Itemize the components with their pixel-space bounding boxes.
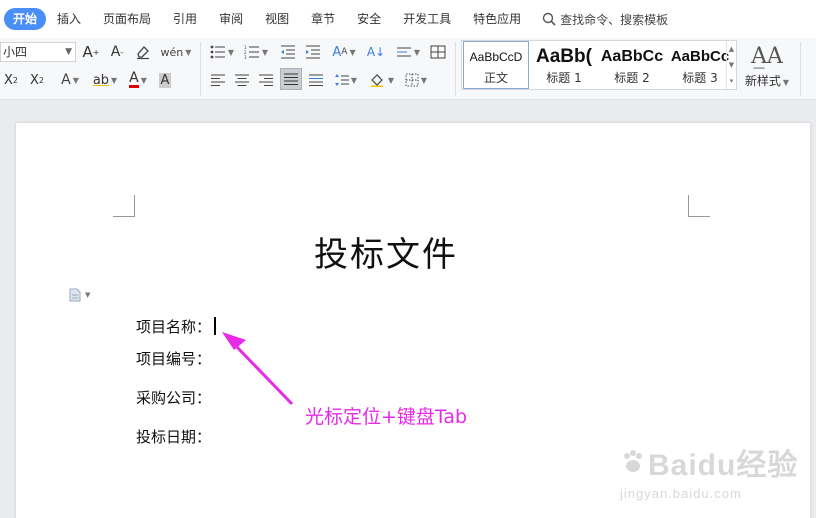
baidu-watermark: Baidu经验 jingyan.baidu.com [620,440,810,510]
annotation-label: 光标定位+键盘Tab [305,406,468,428]
watermark-brand: Baidu经验 [648,449,799,482]
watermark-url: jingyan.baidu.com [620,486,742,501]
paw-icon [624,450,642,472]
